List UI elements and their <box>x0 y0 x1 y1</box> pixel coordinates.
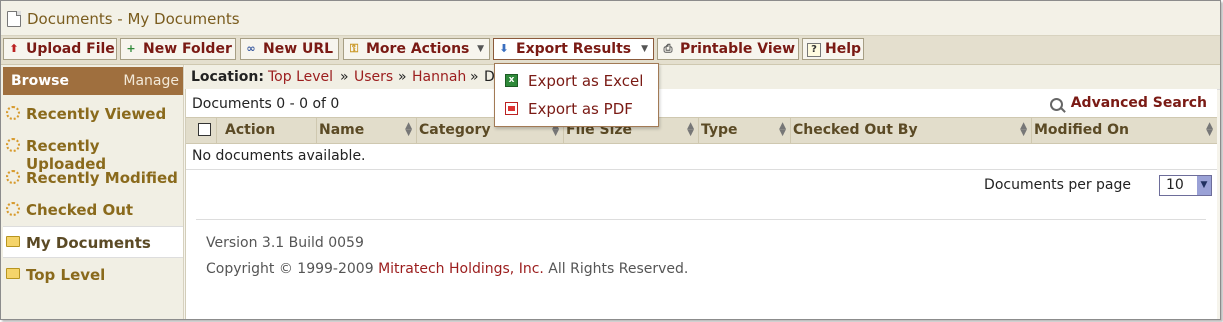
documents-count: Documents 0 - 0 of 0 <box>192 96 340 112</box>
new-folder-button[interactable]: + New Folder <box>120 38 236 60</box>
sidebar-item-recently-viewed[interactable]: Recently Viewed <box>3 98 183 128</box>
title-bar: Documents - My Documents <box>1 1 1220 36</box>
sort-icon: ▲▼ <box>1020 121 1027 138</box>
export-pdf-item[interactable]: Export as PDF <box>495 95 658 123</box>
document-icon <box>7 11 21 27</box>
printable-view-button[interactable]: ⎙ Printable View <box>657 38 799 60</box>
version-text: Version 3.1 Build 0059 <box>206 235 364 251</box>
sort-icon: ▲▼ <box>687 121 694 138</box>
document-window: Documents - My Documents ⬆ Upload File +… <box>0 0 1221 320</box>
copyright-text: Copyright © 1999-2009 Mitratech Holdings… <box>206 261 689 277</box>
empty-message: No documents available. <box>192 148 366 164</box>
sidebar: Browse Manage Recently Viewed Recently U… <box>1 65 184 319</box>
breadcrumb-top-level[interactable]: Top Level <box>268 69 333 85</box>
company-link[interactable]: Mitratech Holdings, Inc. <box>378 261 544 277</box>
breadcrumb-separator: » <box>340 69 349 85</box>
browse-tab[interactable]: Browse <box>11 73 69 89</box>
chevron-down-icon: ▼ <box>641 44 648 54</box>
export-excel-item[interactable]: x Export as Excel <box>495 67 658 95</box>
sidebar-item-recently-uploaded[interactable]: Recently Uploaded <box>3 130 183 173</box>
printer-icon: ⎙ <box>663 42 673 55</box>
advanced-search-link[interactable]: Advanced Search <box>1049 95 1207 111</box>
chevron-down-icon: ▼ <box>477 44 484 54</box>
clock-icon <box>6 170 20 184</box>
table-header: Action Name ▲▼ Category ▲▼ File Size ▲▼ … <box>186 117 1217 144</box>
per-page-select[interactable]: 10 ▼ <box>1159 175 1212 196</box>
breadcrumb: Location: Top Level » Users » Hannah » D <box>185 65 1220 90</box>
sort-icon: ▲▼ <box>779 121 786 138</box>
select-all-checkbox[interactable] <box>198 123 211 136</box>
sort-icon: ▲▼ <box>1206 121 1213 138</box>
upload-file-button[interactable]: ⬆ Upload File <box>3 38 117 60</box>
key-icon: ⚿ <box>349 42 359 55</box>
breadcrumb-separator: » <box>470 69 479 85</box>
excel-icon: x <box>505 74 518 87</box>
column-modified-on[interactable]: Modified On ▲ ▼ <box>1031 118 1217 143</box>
folder-icon <box>6 268 20 279</box>
sidebar-item-checked-out[interactable]: Checked Out <box>3 194 183 224</box>
clock-icon <box>6 202 20 216</box>
divider <box>196 219 1206 220</box>
sidebar-item-top-level[interactable]: Top Level <box>3 259 183 289</box>
download-arrow-icon: ⬇ <box>499 42 509 55</box>
new-url-button[interactable]: ∞ New URL <box>240 38 339 60</box>
help-icon: ? <box>807 43 821 57</box>
new-folder-icon: + <box>126 42 136 55</box>
sidebar-header: Browse Manage <box>3 67 183 95</box>
column-checked-out-by[interactable]: Checked Out By ▲ ▼ <box>790 118 1031 143</box>
column-type[interactable]: Type ▲ ▼ <box>698 118 790 143</box>
select-all-column <box>186 118 216 143</box>
clock-icon <box>6 106 20 120</box>
clock-icon <box>6 138 20 152</box>
pdf-icon <box>505 102 518 115</box>
manage-tab[interactable]: Manage <box>123 73 179 89</box>
per-page-label: Documents per page <box>984 177 1131 193</box>
breadcrumb-hannah[interactable]: Hannah <box>412 69 466 85</box>
sidebar-item-recently-modified[interactable]: Recently Modified <box>3 162 183 192</box>
column-action: Action <box>216 118 316 143</box>
help-button[interactable]: ? Help <box>802 38 864 60</box>
toolbar: ⬆ Upload File + New Folder ∞ New URL ⚿ M… <box>1 36 1220 65</box>
window-title: Documents - My Documents <box>27 10 240 28</box>
column-name[interactable]: Name ▲ ▼ <box>316 118 416 143</box>
link-icon: ∞ <box>246 42 256 55</box>
sidebar-item-my-documents[interactable]: My Documents <box>3 226 183 258</box>
export-results-button[interactable]: ⬇ Export Results ▼ <box>493 38 654 60</box>
main-content: Location: Top Level » Users » Hannah » D… <box>185 65 1220 319</box>
breadcrumb-separator: » <box>398 69 407 85</box>
more-actions-button[interactable]: ⚿ More Actions ▼ <box>343 38 490 60</box>
breadcrumb-users[interactable]: Users <box>354 69 393 85</box>
search-icon <box>1049 98 1063 111</box>
empty-table-row: No documents available. <box>186 143 1217 170</box>
location-label: Location: <box>191 69 264 85</box>
documents-panel: Documents 0 - 0 of 0 Advanced Search Act… <box>185 89 1217 319</box>
sort-icon: ▲▼ <box>405 121 412 138</box>
folder-icon <box>6 236 20 247</box>
upload-icon: ⬆ <box>9 42 19 55</box>
chevron-down-icon: ▼ <box>1197 176 1211 195</box>
export-menu: x Export as Excel Export as PDF <box>494 63 659 127</box>
